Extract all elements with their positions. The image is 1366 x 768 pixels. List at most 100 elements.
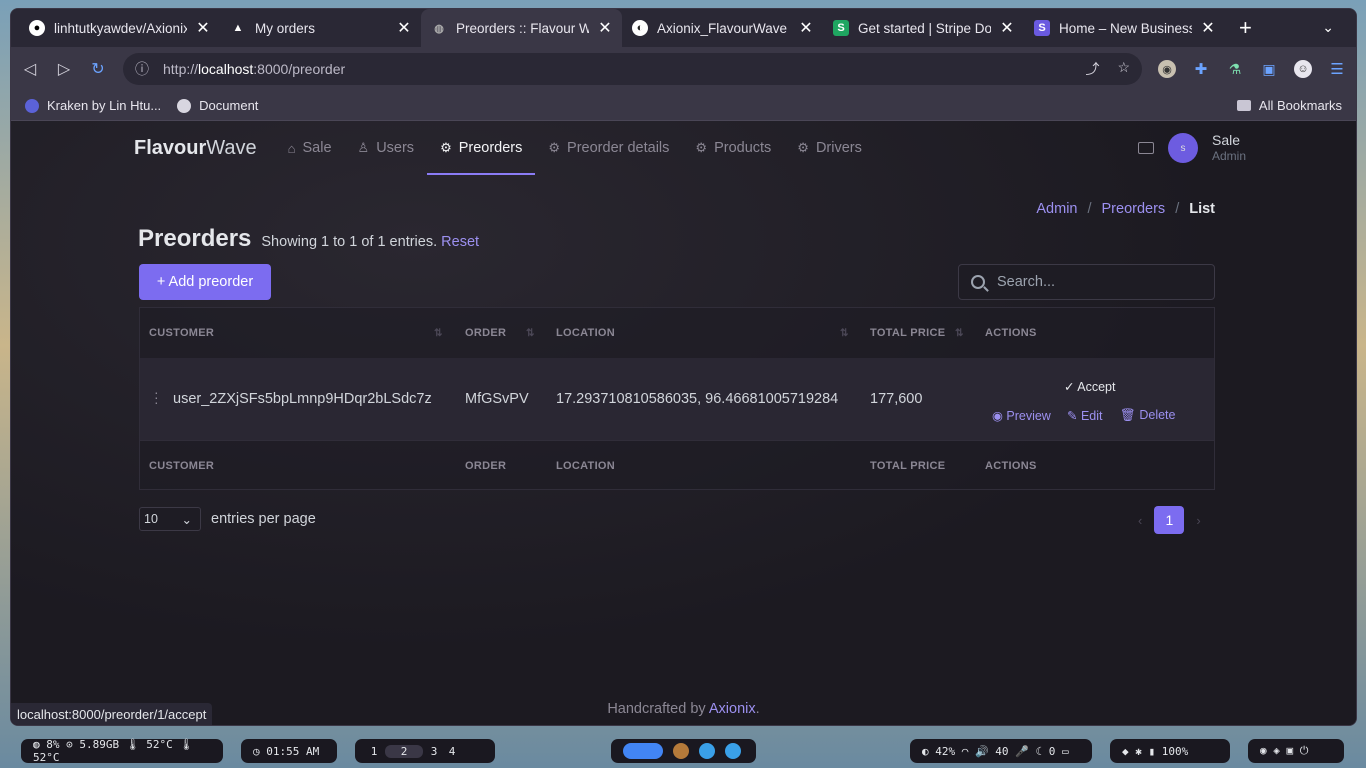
- user-info[interactable]: Sale Admin: [1212, 132, 1246, 164]
- globe-icon: ◍: [434, 22, 444, 35]
- globe-icon: ◐: [632, 20, 648, 36]
- close-icon[interactable]: ✕: [397, 18, 411, 38]
- clock[interactable]: ◷ 01:55 AM: [241, 739, 337, 763]
- close-icon[interactable]: ✕: [598, 18, 612, 38]
- tab-title: Home – New Business: [1059, 20, 1192, 36]
- nav-label: Drivers: [815, 140, 862, 156]
- tab-title: Axionix_FlavourWave |: [657, 20, 790, 36]
- vscode-icon[interactable]: [725, 743, 741, 759]
- bookmark-document[interactable]: Document: [177, 98, 258, 113]
- monitor-icon[interactable]: [1137, 142, 1154, 154]
- footer-link[interactable]: Axionix: [709, 701, 756, 717]
- workspace-2[interactable]: 2: [385, 744, 423, 758]
- extension-owl-icon[interactable]: ◉: [1158, 60, 1176, 78]
- terminal-icon[interactable]: [673, 743, 689, 759]
- stripe-icon: S: [833, 20, 849, 36]
- avatar[interactable]: s: [1167, 133, 1198, 163]
- workspace-4[interactable]: 4: [445, 745, 459, 758]
- close-icon[interactable]: ✕: [1000, 18, 1014, 38]
- extensions-puzzle-icon[interactable]: ✚: [1192, 60, 1210, 78]
- nav-products[interactable]: ⚙ Products: [682, 121, 784, 175]
- reset-link[interactable]: Reset: [441, 234, 479, 250]
- gear-icon: ⚙: [695, 140, 708, 155]
- bookmark-icon[interactable]: ☆: [1117, 59, 1130, 79]
- nav-sale[interactable]: ⌂ Sale: [275, 121, 345, 175]
- close-icon[interactable]: ✕: [1201, 18, 1215, 38]
- nav-label: Preorders: [458, 140, 523, 156]
- close-icon[interactable]: ✕: [196, 18, 210, 38]
- drag-handle-icon[interactable]: · · ·: [154, 385, 159, 409]
- preview-button[interactable]: ◉ Preview: [992, 408, 1051, 423]
- tab-home-business[interactable]: S Home – New Business ✕: [1024, 9, 1225, 47]
- accept-button[interactable]: ✓ Accept: [1064, 379, 1115, 394]
- delete-button[interactable]: 🗑 Delete: [1120, 408, 1175, 423]
- sort-icon[interactable]: ⇅: [526, 328, 535, 339]
- back-icon[interactable]: ◁: [21, 59, 39, 79]
- all-bookmarks-label: All Bookmarks: [1258, 98, 1342, 113]
- nav-drivers[interactable]: ⚙ Drivers: [784, 121, 875, 175]
- extension-flask-icon[interactable]: ⚗: [1226, 60, 1244, 78]
- workspace-3[interactable]: 3: [427, 745, 441, 758]
- prev-page-icon[interactable]: ‹: [1138, 513, 1142, 528]
- column-header-location[interactable]: LOCATION: [556, 327, 615, 339]
- per-page-control: 10 ⌄ entries per page: [139, 507, 316, 531]
- sort-icon[interactable]: ⇅: [955, 328, 964, 339]
- breadcrumb-admin[interactable]: Admin: [1036, 201, 1077, 217]
- next-page-icon[interactable]: ›: [1196, 513, 1200, 528]
- forward-icon[interactable]: ▷: [55, 59, 73, 79]
- table-footer: CUSTOMER ORDER LOCATION TOTAL PRICE ACTI…: [140, 440, 1214, 490]
- bookmark-label: Kraken by Lin Htu...: [47, 98, 162, 113]
- cell-total-price: 177,600: [870, 391, 923, 407]
- edit-button[interactable]: ✎ Edit: [1067, 408, 1103, 423]
- all-bookmarks[interactable]: All Bookmarks: [1236, 98, 1342, 113]
- triangle-icon: ▲: [232, 22, 244, 34]
- tab-stripe[interactable]: S Get started | Stripe Doc ✕: [823, 9, 1024, 47]
- sidebar-icon[interactable]: ▣: [1260, 60, 1278, 78]
- close-icon[interactable]: ✕: [799, 18, 813, 38]
- column-header-actions: ACTIONS: [985, 327, 1037, 339]
- address-toolbar: ◁ ▷ ↻ ⓘ http://localhost:8000/preorder ⤴…: [11, 47, 1356, 91]
- sort-icon[interactable]: ⇅: [840, 328, 849, 339]
- sort-icon[interactable]: ⇅: [434, 328, 443, 339]
- page-button[interactable]: 1: [1154, 506, 1185, 534]
- nav-preorders[interactable]: ⚙ Preorders: [427, 121, 536, 175]
- system-tray[interactable]: ◐ 42% ◠ 🔊 40 🎤 ☾ 0 ▭: [910, 739, 1092, 763]
- chrome-icon[interactable]: [623, 743, 663, 759]
- network-battery[interactable]: ◆ ✱ ▮ 100%: [1110, 739, 1230, 763]
- nav-label: Sale: [302, 140, 332, 156]
- bookmark-kraken[interactable]: Kraken by Lin Htu...: [25, 98, 161, 113]
- table-row[interactable]: · · · user_2ZXjSFs5bpLmnp9HDqr2bLSdc7z MfG…: [140, 358, 1214, 440]
- add-preorder-button[interactable]: + Add preorder: [139, 264, 271, 300]
- home-icon: ⌂: [287, 140, 296, 156]
- preorders-table: CUSTOMER ⇅ ORDER ⇅ LOCATION ⇅ TOTAL PRIC…: [139, 307, 1215, 490]
- per-page-select[interactable]: 10 ⌄: [139, 507, 201, 531]
- vscode-icon[interactable]: [699, 743, 715, 759]
- search-input[interactable]: Search...: [958, 264, 1215, 300]
- nav-preorder-details[interactable]: ⚙ Preorder details: [535, 121, 682, 175]
- power-menu[interactable]: ◉ ◈ ▣ ⏻: [1248, 739, 1344, 763]
- tab-preorders[interactable]: ◍ Preorders :: Flavour Wa ✕: [421, 9, 622, 47]
- address-bar[interactable]: ⓘ http://localhost:8000/preorder ⤴ ☆: [123, 53, 1142, 85]
- taskbar: ◍ 8% ⊙ 5.89GB 🌡 52°C 🌡 52°C ◷ 01:55 AM 1…: [0, 733, 1366, 768]
- nav-users[interactable]: ♙ Users: [345, 121, 428, 175]
- search-placeholder: Search...: [997, 274, 1056, 290]
- user-role: Admin: [1211, 149, 1246, 163]
- workspace-1[interactable]: 1: [367, 745, 381, 758]
- reload-icon[interactable]: ↻: [89, 59, 107, 79]
- profile-avatar[interactable]: ☺: [1294, 60, 1312, 78]
- column-header-customer[interactable]: CUSTOMER: [149, 327, 214, 339]
- column-header-total-price[interactable]: TOTAL PRICE: [870, 327, 945, 339]
- breadcrumb-preorders[interactable]: Preorders: [1102, 201, 1166, 217]
- column-header-order[interactable]: ORDER: [465, 327, 506, 339]
- chevron-down-icon: ⌄: [181, 512, 192, 527]
- new-tab-button[interactable]: +: [1239, 15, 1252, 41]
- info-icon[interactable]: ⓘ: [135, 59, 149, 79]
- chevron-down-icon[interactable]: ⌄: [1322, 19, 1334, 36]
- menu-icon[interactable]: ☰: [1328, 60, 1346, 78]
- browser-window: ● linhtutkyawdev/Axionix_ ✕ ▲ My orders …: [10, 8, 1357, 726]
- tab-axionix[interactable]: ◐ Axionix_FlavourWave | ✕: [622, 9, 823, 47]
- brand-logo[interactable]: FlavourWave: [134, 137, 257, 160]
- tab-my-orders[interactable]: ▲ My orders ✕: [220, 9, 421, 47]
- tab-github[interactable]: ● linhtutkyawdev/Axionix_ ✕: [19, 9, 220, 47]
- share-icon[interactable]: ⤴: [1085, 59, 1099, 79]
